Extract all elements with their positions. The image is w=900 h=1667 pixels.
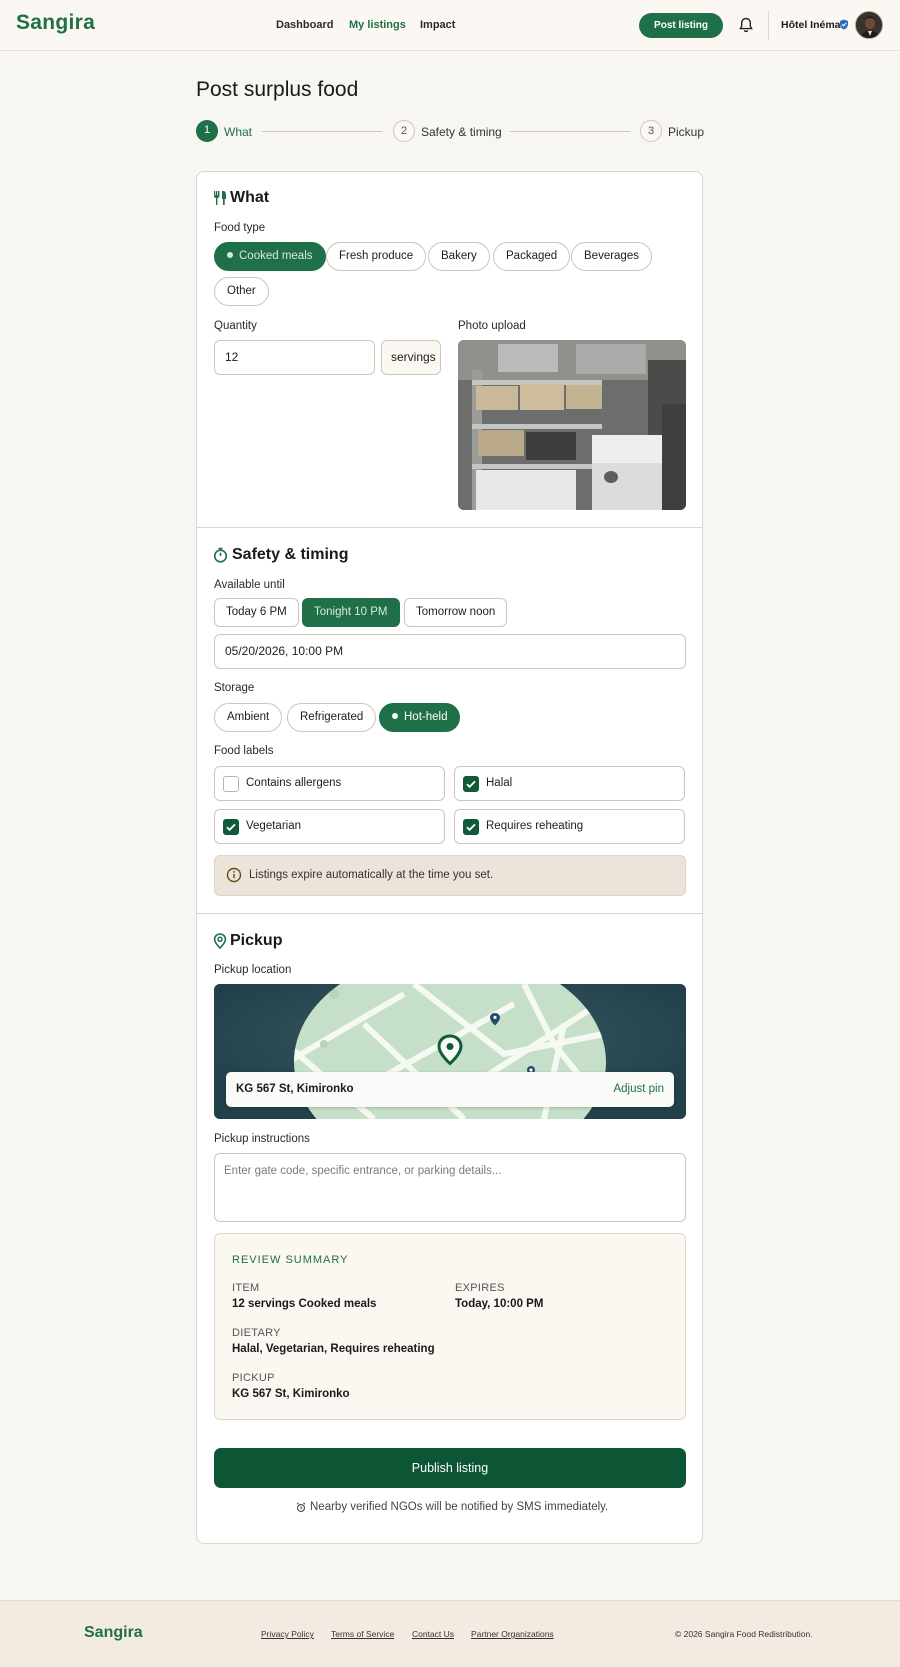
check-icon [466, 823, 476, 832]
check-icon [226, 823, 236, 832]
selected-dot-icon [392, 713, 398, 719]
food-type-packaged[interactable]: Packaged [493, 242, 571, 271]
section-title-safety: Safety & timing [232, 546, 349, 563]
review-expires-key: EXPIRES [455, 1282, 505, 1294]
step-1-label: What [224, 125, 253, 139]
review-dietary-key: DIETARY [232, 1327, 281, 1339]
pickup-address-bar: KG 567 St, Kimironko Adjust pin [226, 1072, 674, 1107]
pickup-instructions-label: Pickup instructions [214, 1133, 310, 1145]
footer-link-terms[interactable]: Terms of Service [331, 1629, 394, 1639]
footer-logo[interactable]: Sangira [84, 1624, 143, 1642]
step-3-label: Pickup [668, 125, 705, 139]
food-type-cooked-meals[interactable]: Cooked meals [214, 242, 326, 271]
storage-hot-held-label: Hot-held [404, 711, 448, 723]
selected-dot-icon [227, 252, 233, 258]
nav-dashboard[interactable]: Dashboard [276, 19, 333, 31]
food-labels-label: Food labels [214, 745, 274, 757]
label-halal[interactable]: Halal [454, 766, 685, 801]
photo-upload-label: Photo upload [458, 320, 526, 332]
checkbox-label: Contains allergens [246, 777, 342, 789]
checkbox-label: Requires reheating [486, 820, 584, 832]
food-type-cooked-meals-label: Cooked meals [239, 250, 313, 262]
step-2-label: Safety & timing [421, 125, 502, 139]
adjust-pin-link[interactable]: Adjust pin [613, 1083, 664, 1095]
section-divider [197, 913, 702, 914]
verified-badge-icon [840, 19, 848, 30]
review-item-key: ITEM [232, 1282, 260, 1294]
food-type-fresh-produce[interactable]: Fresh produce [326, 242, 427, 271]
label-requires-reheating[interactable]: Requires reheating [454, 809, 685, 844]
map-pin-icon [213, 933, 227, 949]
publish-listing-button[interactable]: Publish listing [214, 1448, 686, 1488]
checkbox-checked[interactable] [463, 819, 479, 835]
header-divider [768, 11, 769, 40]
checkbox-label: Vegetarian [246, 820, 301, 832]
footer-link-partners[interactable]: Partner Organizations [471, 1629, 554, 1639]
storage-hot-held[interactable]: Hot-held [379, 703, 461, 732]
utensils-icon [214, 191, 226, 205]
quantity-input[interactable]: 12 [214, 340, 375, 375]
quantity-unit-select[interactable]: servings [381, 340, 441, 375]
nav-impact[interactable]: Impact [420, 19, 455, 31]
bell-icon[interactable] [737, 16, 755, 34]
section-title-what: What [230, 189, 270, 206]
review-item-value: 12 servings Cooked meals [232, 1298, 377, 1310]
step-2-number: 2 [393, 120, 415, 142]
food-type-label: Food type [214, 222, 266, 234]
step-1-number: 1 [196, 120, 218, 142]
pickup-location-label: Pickup location [214, 964, 292, 976]
expiry-info-note: Listings expire automatically at the tim… [214, 855, 686, 896]
post-listing-button[interactable]: Post listing [639, 13, 723, 38]
food-type-bakery[interactable]: Bakery [428, 242, 490, 271]
check-icon [466, 780, 476, 789]
label-vegetarian[interactable]: Vegetarian [214, 809, 445, 844]
checkbox-checked[interactable] [223, 819, 239, 835]
review-pickup-value: KG 567 St, Kimironko [232, 1388, 350, 1400]
review-pickup-key: PICKUP [232, 1372, 275, 1384]
section-title-pickup: Pickup [230, 932, 283, 949]
footer-link-privacy[interactable]: Privacy Policy [261, 1629, 314, 1639]
publish-hint: Nearby verified NGOs will be notified by… [310, 1501, 609, 1513]
pickup-instructions-placeholder: Enter gate code, specific entrance, or p… [224, 1165, 502, 1177]
review-summary-heading: REVIEW SUMMARY [232, 1254, 349, 1266]
step-connector [510, 131, 630, 132]
user-avatar[interactable] [855, 11, 883, 39]
label-contains-allergens[interactable]: Contains allergens [214, 766, 445, 801]
time-option-tonight-10pm[interactable]: Tonight 10 PM [302, 598, 400, 627]
time-option-today-6pm[interactable]: Today 6 PM [214, 598, 299, 627]
nav-my-listings[interactable]: My listings [349, 19, 406, 31]
step-3-number: 3 [640, 120, 662, 142]
pickup-instructions-textarea[interactable]: Enter gate code, specific entrance, or p… [214, 1153, 686, 1222]
info-icon [226, 867, 242, 883]
food-type-other[interactable]: Other [214, 277, 269, 306]
pickup-address: KG 567 St, Kimironko [236, 1083, 354, 1095]
alarm-icon [296, 1502, 306, 1513]
footer-link-contact[interactable]: Contact Us [412, 1629, 454, 1639]
available-until-label: Available until [214, 579, 285, 591]
review-expires-value: Today, 10:00 PM [455, 1298, 544, 1310]
section-divider [197, 527, 702, 528]
org-name[interactable]: Hôtel Inéma [781, 19, 841, 31]
review-dietary-value: Halal, Vegetarian, Requires reheating [232, 1343, 435, 1355]
step-connector [262, 131, 382, 132]
checkbox[interactable] [223, 776, 239, 792]
storage-label: Storage [214, 682, 255, 694]
checkbox-checked[interactable] [463, 776, 479, 792]
uploaded-food-photo[interactable] [458, 340, 686, 510]
time-option-tomorrow-noon[interactable]: Tomorrow noon [404, 598, 508, 627]
app-logo[interactable]: Sangira [16, 11, 95, 35]
datetime-input[interactable]: 05/20/2026, 10:00 PM [214, 634, 686, 669]
page-title: Post surplus food [196, 78, 359, 101]
footer-copyright: © 2026 Sangira Food Redistribution. [675, 1629, 813, 1639]
expiry-info-text: Listings expire automatically at the tim… [249, 869, 494, 881]
quantity-label: Quantity [214, 320, 257, 332]
stopwatch-icon [213, 547, 228, 563]
storage-ambient[interactable]: Ambient [214, 703, 283, 732]
checkbox-label: Halal [486, 777, 513, 789]
food-type-beverages[interactable]: Beverages [571, 242, 652, 271]
storage-refrigerated[interactable]: Refrigerated [287, 703, 377, 732]
